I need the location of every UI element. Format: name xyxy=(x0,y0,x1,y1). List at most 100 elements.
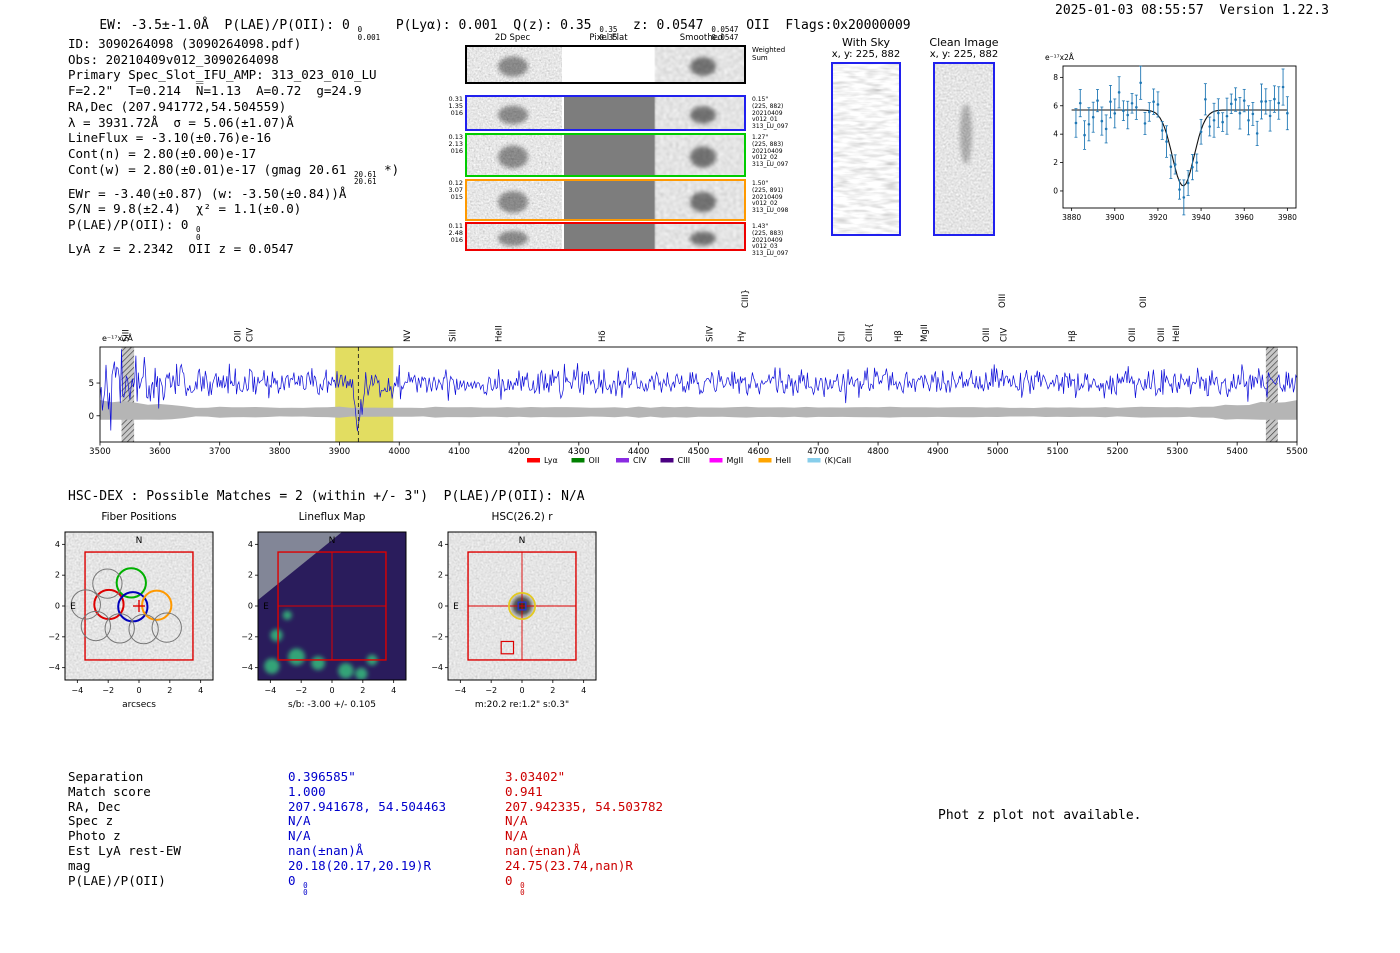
svg-text:−2: −2 xyxy=(431,632,443,641)
line-fit-plot: 3880 3900 3920 3940 3960 3980 0 2 4 6 8 e⁻¹⁷x2Å xyxy=(1045,53,1297,222)
svg-text:3900: 3900 xyxy=(329,447,351,457)
legend-label: Lyα xyxy=(544,456,558,465)
match-value: N/A xyxy=(505,813,528,829)
fiber-2d-strip xyxy=(465,133,746,177)
svg-text:2: 2 xyxy=(1053,158,1058,167)
svg-text:2: 2 xyxy=(167,686,172,695)
svg-text:3980: 3980 xyxy=(1278,213,1297,222)
match-value: 207.942335, 54.503782 xyxy=(505,798,664,814)
emission-line-label: HeII xyxy=(495,325,505,342)
emission-line-label: SiIV xyxy=(705,326,715,342)
legend-label: MgII xyxy=(727,456,744,465)
strip-left-stats: 0.12 3.07 015 xyxy=(448,179,463,201)
masked-region xyxy=(1265,347,1278,442)
legend-swatch xyxy=(709,458,723,463)
info-line-plae: P(LAE)/P(OII): 0 00 xyxy=(68,217,201,242)
emission-line-label: OII xyxy=(234,330,244,342)
svg-text:4100: 4100 xyxy=(448,447,470,457)
svg-text:4: 4 xyxy=(55,540,60,549)
datetime-version: 2025-01-03 08:55:57 Version 1.22.3 xyxy=(1055,3,1329,18)
info-line-sn: S/N = 9.8(±2.4) χ² = 1.1(±0.0) xyxy=(68,201,302,217)
east-label: E xyxy=(263,602,269,612)
svg-text:0: 0 xyxy=(1053,186,1058,195)
svg-text:4: 4 xyxy=(248,540,253,549)
info-block: ID: 3090264098 (3090264098.pdf) Obs: 202… xyxy=(68,36,399,257)
match-value: N/A xyxy=(288,813,311,829)
match-value: 0 00 xyxy=(288,872,308,898)
legend-label: (K)CaII xyxy=(825,456,852,465)
svg-text:3960: 3960 xyxy=(1235,213,1254,222)
emission-line-label: CIV xyxy=(1000,328,1010,342)
svg-text:−2: −2 xyxy=(295,686,307,695)
north-label: N xyxy=(329,536,336,546)
match-table-row: Spec z N/A N/A xyxy=(68,814,785,829)
emission-line-label: OIII xyxy=(982,328,992,342)
match-value: 3.03402" xyxy=(505,769,566,784)
match-row-label: Separation xyxy=(68,769,144,784)
legend-swatch xyxy=(527,458,540,463)
spectrum-line xyxy=(99,349,1298,432)
info-line-lambda: λ = 3931.72Å σ = 5.06(±1.07)Å xyxy=(68,114,294,130)
lineflux-blob xyxy=(338,663,354,679)
spec2d-column-header: 2D Spec xyxy=(494,33,531,43)
with-sky-panel: With Sky x, y: 225, 882 xyxy=(826,36,906,236)
svg-text:−4: −4 xyxy=(264,686,276,695)
emission-line-label: Hγ xyxy=(737,331,747,342)
match-table-row: P(LAE)/P(OII) 0 00 0 00 xyxy=(68,872,785,898)
match-row-label: RA, Dec xyxy=(68,798,121,814)
with-sky-image xyxy=(831,62,901,236)
lineflux-blob xyxy=(311,656,326,670)
cutout-title: Fiber Positions xyxy=(101,511,176,523)
match-value: nan(±nan)Å xyxy=(288,842,364,858)
match-table-row: Match score 1.000 0.941 xyxy=(68,783,785,800)
match-row-label: P(LAE)/P(OII) xyxy=(68,872,166,888)
match-value: 0.941 xyxy=(505,783,543,799)
info-line-lineflux: LineFlux = -3.10(±0.76)e-16 xyxy=(68,130,272,146)
svg-text:6: 6 xyxy=(1053,101,1058,110)
legend-swatch xyxy=(758,458,772,463)
legend-label: OII xyxy=(589,456,600,465)
svg-text:3900: 3900 xyxy=(1105,213,1124,222)
emission-line-label: SiII xyxy=(449,329,459,342)
east-label: E xyxy=(453,602,459,612)
svg-text:8: 8 xyxy=(1053,73,1058,82)
spec2d-column-header: Smoothed xyxy=(679,33,724,43)
info-line-slot: Primary Spec_Slot_IFU_AMP: 313_023_010_L… xyxy=(68,67,377,83)
match-table-row: RA, Dec 207.941678, 54.504463 207.942335, … xyxy=(68,798,785,815)
masked-region xyxy=(121,347,135,442)
emission-line-label: OIII xyxy=(1157,328,1167,342)
emission-line-label: OIII xyxy=(998,294,1008,308)
match-row-label: Est LyA rest-EW xyxy=(68,842,181,858)
svg-text:0: 0 xyxy=(519,686,524,695)
clean-image-panel: Clean Image x, y: 225, 882 xyxy=(928,36,1000,236)
full-spectrum-plot: 3500 3600 3700 3800 3900 4000 4100 4200 4300 4400… xyxy=(89,289,1308,465)
svg-text:2: 2 xyxy=(438,571,443,580)
north-label: N xyxy=(519,536,526,546)
emission-line-label: Hβ xyxy=(1068,330,1078,342)
match-value: 207.941678, 54.504463 xyxy=(288,798,447,814)
fiber-2d-strip xyxy=(465,222,746,251)
svg-text:4800: 4800 xyxy=(867,447,889,457)
strip-right-meta: 1.50" (225, 891) 20210409 v012_02 313_LU_098 xyxy=(752,180,789,215)
z-value: z: 0.0547 xyxy=(617,18,712,33)
cutout-fiber-positions: Fiber Positions −4 −4 −2 −2 0 0 2 2 4 4 arcsecs N E xyxy=(48,511,214,710)
legend-swatch xyxy=(660,458,674,463)
info-line-seeing: F=2.2" T=0.214 N̅=1.13 A=0.72 g=24.9 xyxy=(68,83,362,99)
match-value: 24.75(23.74,nan)R xyxy=(505,857,633,873)
match-row-label: Photo z xyxy=(68,828,121,844)
svg-text:3920: 3920 xyxy=(1148,213,1167,222)
fiber-2d-strip xyxy=(465,95,746,131)
emission-line-label: OII xyxy=(1139,296,1149,308)
lineflux-blob xyxy=(270,629,283,642)
svg-text:4: 4 xyxy=(1053,130,1058,139)
lineflux-blob xyxy=(288,648,306,666)
plya-qz: P(Lyα): 0.001 Q(z): 0.35 xyxy=(380,18,600,33)
match-row-label: mag xyxy=(68,857,91,873)
match-table-row: Photo z N/A N/A xyxy=(68,828,785,844)
spec2d-column-header: Pixel Flat xyxy=(589,33,628,43)
match-table-row: Est LyA rest-EW nan(±nan)Å nan(±nan)Å xyxy=(68,842,785,859)
strip-right-meta: 1.43" (225, 883) 20210409 v012_03 313_LU_097 xyxy=(752,223,789,258)
cutout-hsc-r: HSC(26.2) r −4 −4 −2 −2 0 0 2 2 4 4 m:20.2 re:1.2" … xyxy=(431,511,597,710)
match-value: N/A xyxy=(505,828,528,844)
svg-text:−2: −2 xyxy=(48,632,60,641)
